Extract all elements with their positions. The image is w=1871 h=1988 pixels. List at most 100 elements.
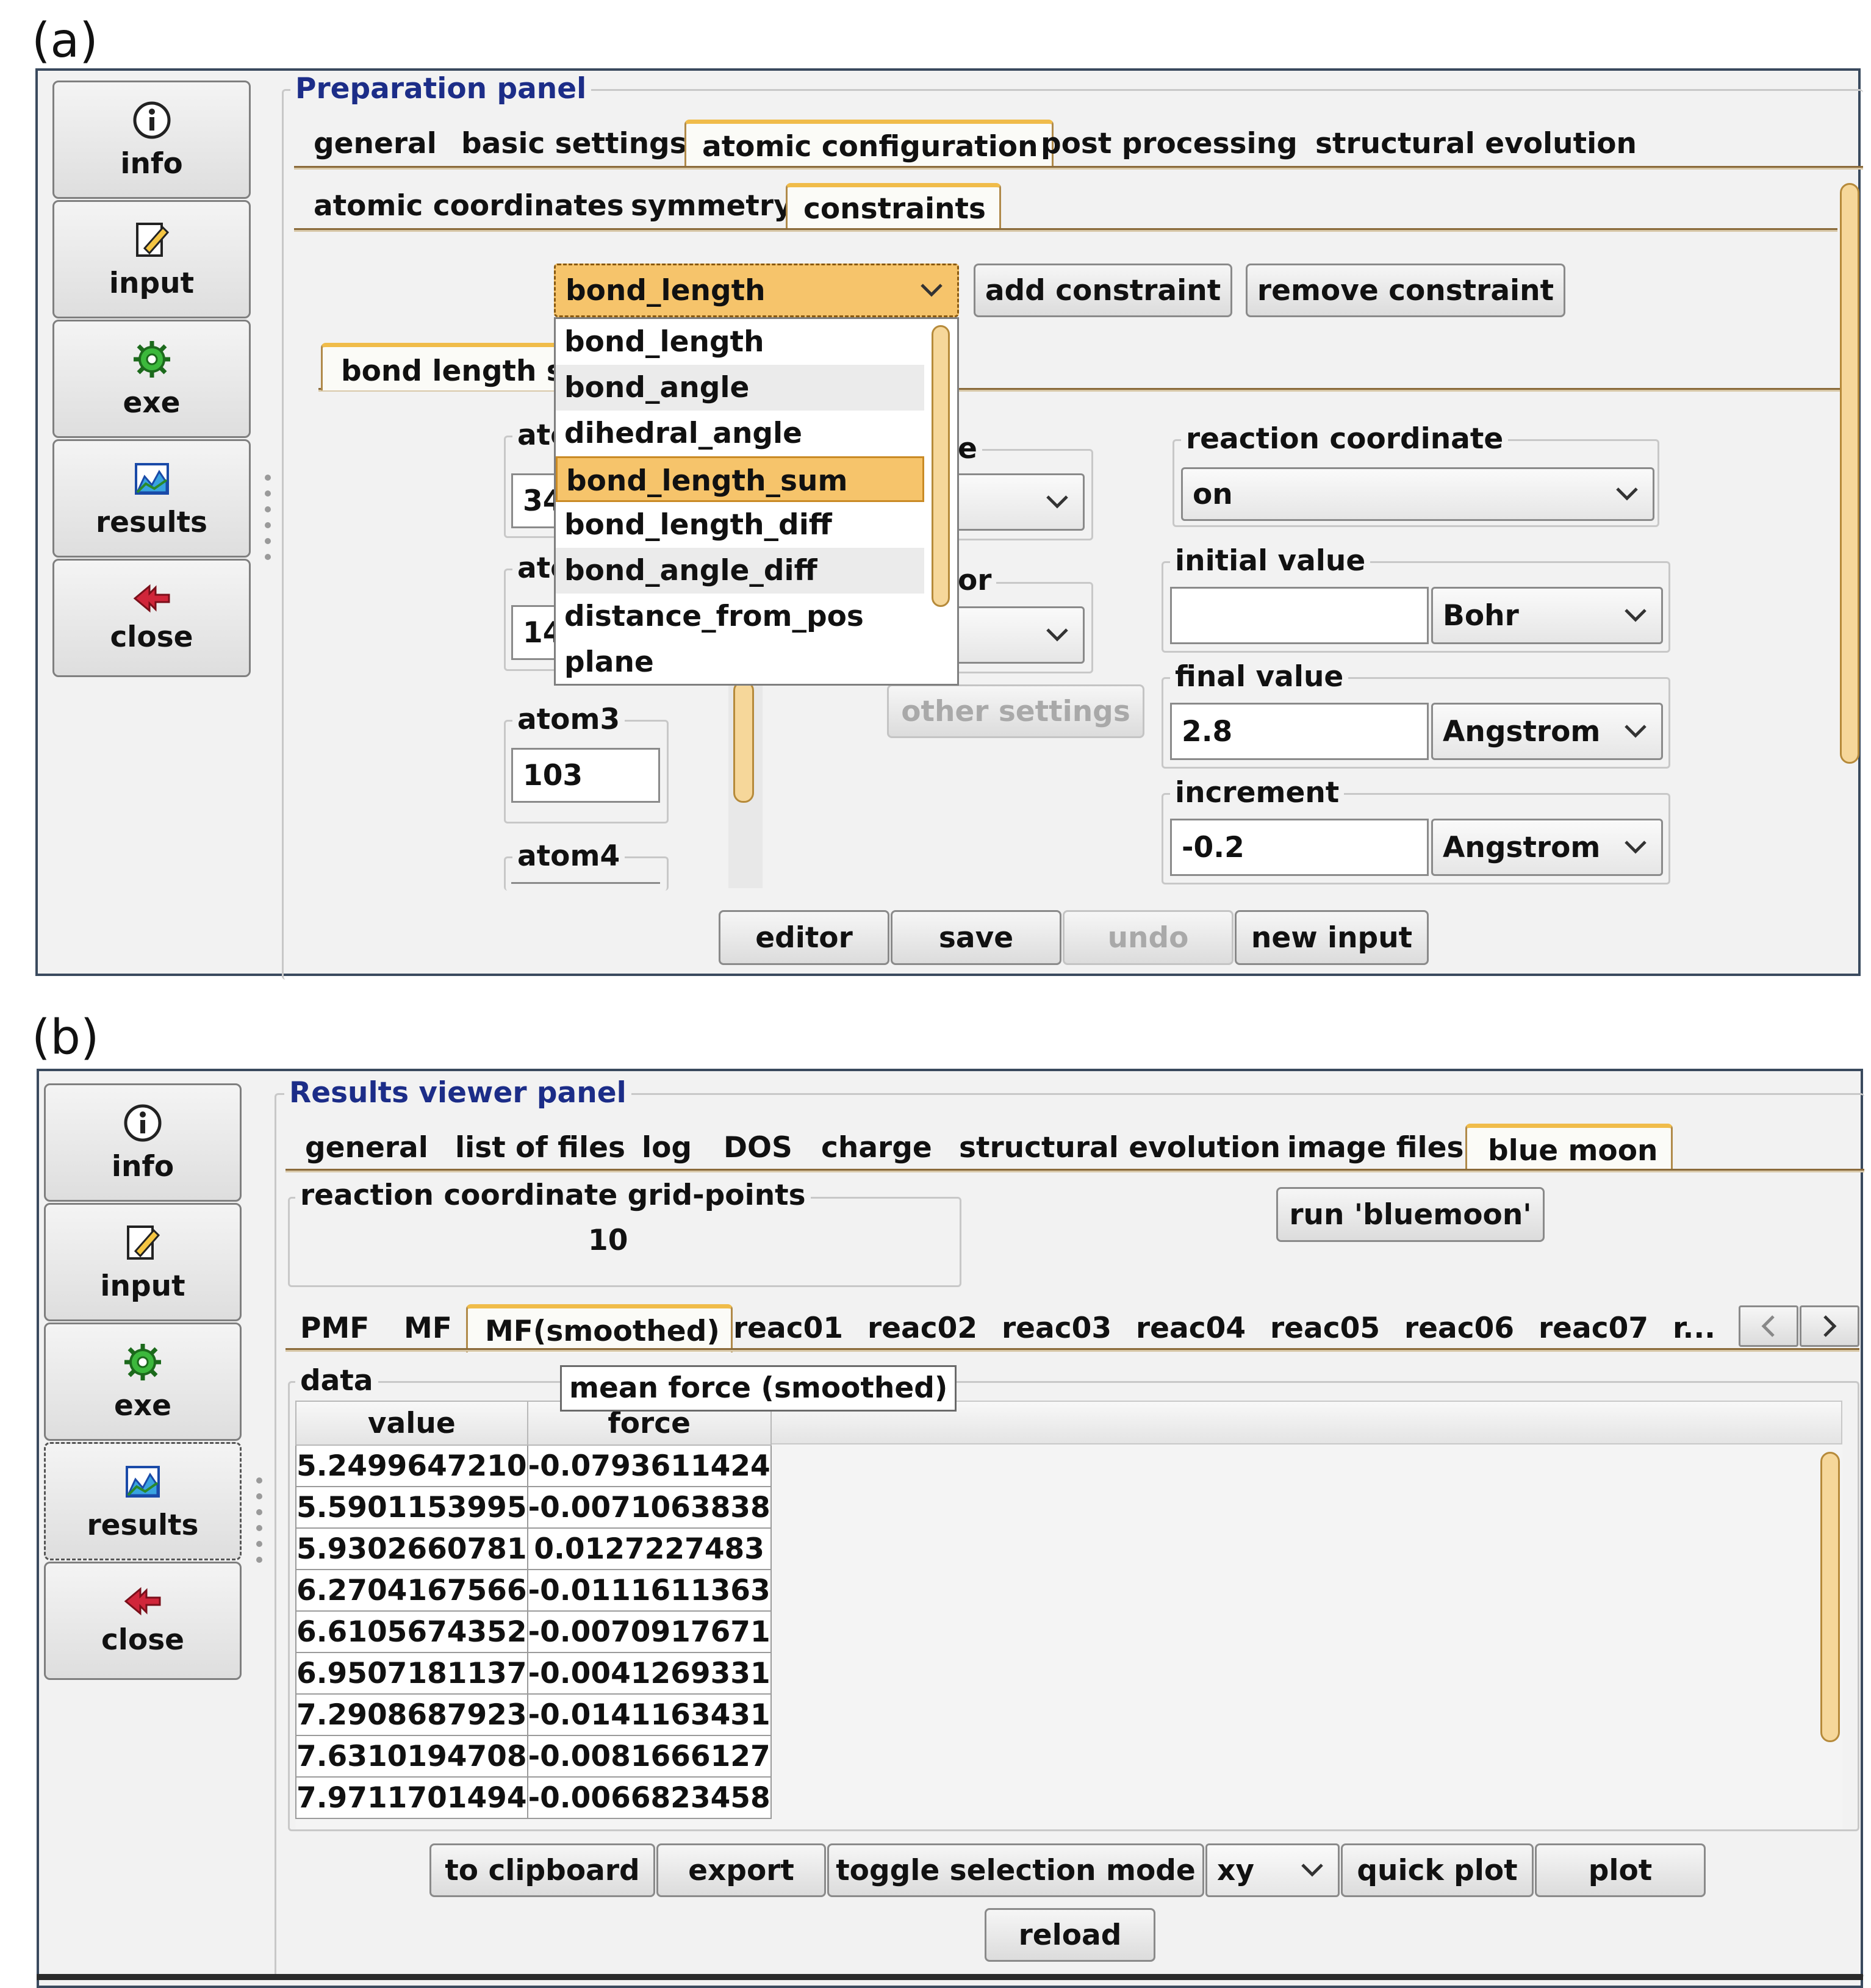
- subtab-pmf[interactable]: PMF: [300, 1310, 369, 1347]
- export-button[interactable]: export: [656, 1843, 826, 1897]
- cell-force[interactable]: -0.0081666127: [526, 1735, 772, 1778]
- new-input-button[interactable]: new input: [1235, 910, 1429, 965]
- cell-value[interactable]: 5.2499647210: [295, 1444, 528, 1487]
- sidebar-input-button[interactable]: input: [44, 1203, 242, 1321]
- tab-basic-settings[interactable]: basic settings: [461, 126, 687, 162]
- subtab-reac02[interactable]: reac02: [867, 1310, 977, 1347]
- table-row[interactable]: 7.9711701494 -0.0066823458: [295, 1776, 772, 1819]
- sidebar-results-button[interactable]: results: [44, 1442, 242, 1560]
- scroll-tabs-left-button[interactable]: [1739, 1305, 1798, 1347]
- cell-value[interactable]: 7.6310194708: [295, 1735, 528, 1778]
- subtab-more[interactable]: r...: [1673, 1310, 1715, 1347]
- constraint-type-select[interactable]: bond_length: [554, 264, 959, 317]
- sidebar-exe-button[interactable]: exe: [44, 1322, 242, 1441]
- table-row[interactable]: 6.6105674352 -0.0070917671: [295, 1610, 772, 1653]
- subtab-symmetry[interactable]: symmetry: [631, 188, 792, 224]
- cell-value[interactable]: 6.6105674352: [295, 1610, 528, 1653]
- cell-force[interactable]: -0.0071063838: [526, 1486, 772, 1529]
- increment-field[interactable]: -0.2: [1170, 819, 1429, 876]
- tab-charge[interactable]: charge: [821, 1130, 932, 1166]
- dropdown-option[interactable]: bond_length_diff: [556, 502, 924, 548]
- add-constraint-button[interactable]: add constraint: [974, 264, 1232, 317]
- sidebar-results-button[interactable]: results: [52, 439, 251, 558]
- sidebar-exe-button[interactable]: exe: [52, 320, 251, 438]
- sidebar-info-button[interactable]: info: [52, 81, 251, 199]
- undo-button[interactable]: undo: [1063, 910, 1234, 965]
- other-settings-button[interactable]: other settings: [887, 684, 1144, 738]
- dropdown-option[interactable]: distance_from_pos: [556, 594, 924, 639]
- initial-unit-select[interactable]: Bohr: [1431, 587, 1663, 644]
- sidebar-input-button[interactable]: input: [52, 200, 251, 318]
- cell-force[interactable]: -0.0066823458: [526, 1776, 772, 1819]
- cell-force[interactable]: 0.0127227483: [526, 1527, 772, 1570]
- cell-force[interactable]: -0.0041269331: [526, 1652, 772, 1695]
- sidebar-close-button[interactable]: close: [44, 1562, 242, 1680]
- subtab-reac07[interactable]: reac07: [1539, 1310, 1648, 1347]
- splitter-handle[interactable]: [255, 1477, 264, 1563]
- dropdown-option[interactable]: plane: [556, 639, 924, 684]
- cell-force[interactable]: -0.0111611363: [526, 1569, 772, 1612]
- selection-mode-select[interactable]: xy: [1205, 1843, 1340, 1897]
- tab-general[interactable]: general: [305, 1130, 428, 1166]
- subtab-reac01[interactable]: reac01: [733, 1310, 843, 1347]
- table-row[interactable]: 7.2908687923 -0.0141163431: [295, 1693, 772, 1736]
- cell-value[interactable]: 5.5901153995: [295, 1486, 528, 1529]
- reload-button[interactable]: reload: [985, 1908, 1155, 1962]
- atoms-scrollbar[interactable]: [733, 681, 754, 803]
- editor-button[interactable]: editor: [719, 910, 889, 965]
- subtab-reac05[interactable]: reac05: [1270, 1310, 1380, 1347]
- cell-value[interactable]: 7.9711701494: [295, 1776, 528, 1819]
- reaction-coordinate-select[interactable]: on: [1181, 467, 1654, 521]
- table-row[interactable]: 7.6310194708 -0.0081666127: [295, 1735, 772, 1778]
- table-row[interactable]: 6.2704167566 -0.0111611363: [295, 1569, 772, 1612]
- subtab-reac06[interactable]: reac06: [1404, 1310, 1514, 1347]
- cell-force[interactable]: -0.0070917671: [526, 1610, 772, 1653]
- tab-post-processing[interactable]: post processing: [1041, 126, 1298, 162]
- atom3-field[interactable]: 103: [511, 748, 660, 803]
- tab-general[interactable]: general: [314, 126, 437, 162]
- table-row[interactable]: 5.5901153995 -0.0071063838: [295, 1486, 772, 1529]
- dropdown-option[interactable]: bond_angle_diff: [556, 548, 924, 594]
- subtab-reac04[interactable]: reac04: [1136, 1310, 1246, 1347]
- sidebar-info-button[interactable]: info: [44, 1083, 242, 1202]
- dropdown-option[interactable]: bond_angle: [556, 365, 924, 411]
- cell-force[interactable]: -0.0793611424: [526, 1444, 772, 1487]
- plot-button[interactable]: plot: [1535, 1843, 1706, 1897]
- tab-structural-evolution[interactable]: structural evolution: [959, 1130, 1280, 1166]
- initial-value-field[interactable]: [1170, 587, 1429, 644]
- increment-unit-select[interactable]: Angstrom: [1431, 819, 1663, 876]
- cell-force[interactable]: -0.0141163431: [526, 1693, 772, 1736]
- tab-blue-moon[interactable]: blue moon: [1465, 1124, 1673, 1172]
- final-value-field[interactable]: 2.8: [1170, 703, 1429, 760]
- subtab-constraints[interactable]: constraints: [786, 183, 1001, 230]
- dropdown-option[interactable]: bond_length: [556, 319, 924, 365]
- vertical-scrollbar[interactable]: [1840, 183, 1859, 764]
- table-row[interactable]: 5.9302660781 0.0127227483: [295, 1527, 772, 1570]
- cell-value[interactable]: 6.9507181137: [295, 1652, 528, 1695]
- toggle-selection-mode-button[interactable]: toggle selection mode: [827, 1843, 1204, 1897]
- final-unit-select[interactable]: Angstrom: [1431, 703, 1663, 760]
- dropdown-scrollbar[interactable]: [932, 325, 950, 607]
- column-header-value[interactable]: value: [295, 1401, 528, 1446]
- run-bluemoon-button[interactable]: run 'bluemoon': [1276, 1187, 1545, 1242]
- tab-log[interactable]: log: [642, 1130, 692, 1166]
- tab-dos[interactable]: DOS: [724, 1130, 792, 1166]
- quick-plot-button[interactable]: quick plot: [1341, 1843, 1534, 1897]
- tab-image-files[interactable]: image files: [1287, 1130, 1463, 1166]
- dropdown-option-highlighted[interactable]: bond_length_sum: [556, 456, 924, 502]
- remove-constraint-button[interactable]: remove constraint: [1246, 264, 1565, 317]
- splitter-handle[interactable]: [264, 475, 272, 560]
- cell-value[interactable]: 5.9302660781: [295, 1527, 528, 1570]
- tab-bond-length-sum[interactable]: bond length su: [321, 343, 565, 390]
- cell-value[interactable]: 6.2704167566: [295, 1569, 528, 1612]
- sidebar-close-button[interactable]: close: [52, 559, 251, 677]
- dropdown-option[interactable]: dihedral_angle: [556, 411, 924, 456]
- cell-value[interactable]: 7.2908687923: [295, 1693, 528, 1736]
- table-vertical-scrollbar[interactable]: [1820, 1452, 1840, 1742]
- subtab-mf[interactable]: MF: [404, 1310, 452, 1347]
- subtab-atomic-coordinates[interactable]: atomic coordinates: [314, 188, 624, 224]
- tab-structural-evolution[interactable]: structural evolution: [1315, 126, 1637, 162]
- save-button[interactable]: save: [891, 910, 1061, 965]
- scroll-tabs-right-button[interactable]: [1800, 1305, 1859, 1347]
- to-clipboard-button[interactable]: to clipboard: [429, 1843, 655, 1897]
